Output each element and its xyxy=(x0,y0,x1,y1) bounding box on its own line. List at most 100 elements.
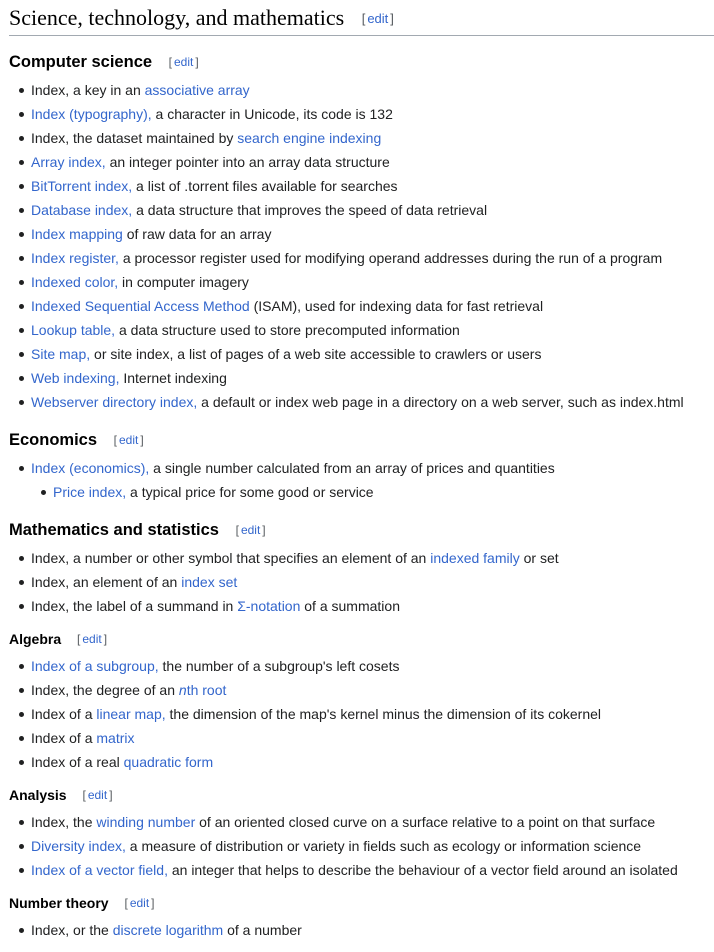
item-link[interactable]: Σ-notation xyxy=(237,598,300,614)
item-link[interactable]: Indexed color, xyxy=(31,274,118,290)
item-text: Index, a key in an xyxy=(31,82,145,98)
analysis-list: Index, the winding number of an oriented… xyxy=(9,810,714,882)
item-link[interactable]: nth root xyxy=(179,682,227,698)
list-item: Index (economics), a single number calcu… xyxy=(19,456,714,504)
item-text: of a summation xyxy=(300,598,400,614)
item-link[interactable]: Site map, xyxy=(31,346,90,362)
list-item: Indexed Sequential Access Method (ISAM),… xyxy=(19,294,714,318)
list-item: Index, an element of an index set xyxy=(19,570,714,594)
item-text: Index, or the xyxy=(31,922,113,938)
subsection-title: Computer science xyxy=(9,53,153,71)
edit-link[interactable]: edit xyxy=(172,55,195,69)
edit-link[interactable]: edit xyxy=(86,788,109,802)
edit-link[interactable]: edit xyxy=(117,433,140,447)
edit-section-link: [edit] xyxy=(361,11,394,26)
item-link[interactable]: Index of a subgroup, xyxy=(31,658,159,674)
item-link[interactable]: indexed family xyxy=(430,550,520,566)
list-item: Index, the dataset maintained by search … xyxy=(19,126,714,150)
item-link[interactable]: Array index, xyxy=(31,154,106,170)
item-link[interactable]: Lookup table, xyxy=(31,322,115,338)
item-link[interactable]: Webserver directory index, xyxy=(31,394,197,410)
subsection-title: Number theory xyxy=(9,895,109,911)
list-item: Index of a matrix xyxy=(19,726,714,750)
item-text: a data structure used to store precomput… xyxy=(115,322,460,338)
list-item: Index (typography), a character in Unico… xyxy=(19,102,714,126)
item-text: of raw data for an array xyxy=(122,226,272,242)
list-item: BitTorrent index, a list of .torrent fil… xyxy=(19,174,714,198)
item-text: a measure of distribution or variety in … xyxy=(125,838,642,854)
item-link[interactable]: Database index, xyxy=(31,202,132,218)
edit-link[interactable]: edit xyxy=(80,632,103,646)
item-text: Index, the xyxy=(31,814,97,830)
list-item: Index, the label of a summand in Σ-notat… xyxy=(19,594,714,618)
economics-list: Index (economics), a single number calcu… xyxy=(9,456,714,504)
item-text: the number of a subgroup's left cosets xyxy=(158,658,400,674)
item-link[interactable]: Index mapping xyxy=(31,226,123,242)
item-text: Index, the degree of an xyxy=(31,682,179,698)
subsection-title: Mathematics and statistics xyxy=(9,521,219,539)
edit-section-link: [edit] xyxy=(168,55,199,69)
edit-link[interactable]: edit xyxy=(239,523,262,537)
list-item: Index of a real quadratic form xyxy=(19,750,714,774)
list-item: Web indexing, Internet indexing xyxy=(19,366,714,390)
item-link[interactable]: Index (typography), xyxy=(31,106,152,122)
item-link[interactable]: Price index, xyxy=(53,484,126,500)
number-theory-list: Index, or the discrete logarithm of a nu… xyxy=(9,918,714,942)
item-text: of a number xyxy=(223,922,302,938)
subsection-title: Economics xyxy=(9,431,98,449)
section-heading: Science, technology, and mathematics [ed… xyxy=(9,0,714,36)
item-text: an integer pointer into an array data st… xyxy=(105,154,390,170)
algebra-list: Index of a subgroup, the number of a sub… xyxy=(9,654,714,774)
item-link[interactable]: Indexed Sequential Access Method xyxy=(31,298,250,314)
item-text: of an oriented closed curve on a surface… xyxy=(195,814,656,830)
list-item: Indexed color, in computer imagery xyxy=(19,270,714,294)
item-link[interactable]: Diversity index, xyxy=(31,838,126,854)
subsection-title: Analysis xyxy=(9,787,67,803)
math-stats-list: Index, a number or other symbol that spe… xyxy=(9,546,714,618)
item-text: an integer that helps to describe the be… xyxy=(167,862,678,878)
subsection-heading-math-stats: Mathematics and statistics [edit] xyxy=(9,518,714,542)
subsection-title: Algebra xyxy=(9,631,62,647)
item-link[interactable]: Index register, xyxy=(31,250,119,266)
item-link[interactable]: Index of a vector field, xyxy=(31,862,168,878)
item-text: Internet indexing xyxy=(119,370,227,386)
item-link[interactable]: associative array xyxy=(145,82,250,98)
item-link[interactable]: matrix xyxy=(96,730,134,746)
list-item: Site map, or site index, a list of pages… xyxy=(19,342,714,366)
item-text: or set xyxy=(519,550,559,566)
item-link[interactable]: winding number xyxy=(96,814,195,830)
edit-link[interactable]: edit xyxy=(365,11,390,26)
item-text: a typical price for some good or service xyxy=(126,484,374,500)
list-item: Price index, a typical price for some go… xyxy=(41,480,714,504)
item-text: a default or index web page in a directo… xyxy=(197,394,684,410)
item-text: Index of a real xyxy=(31,754,124,770)
subsection-heading-analysis: Analysis [edit] xyxy=(9,784,714,806)
list-item: Index of a vector field, an integer that… xyxy=(19,858,714,882)
item-text: Index, a number or other symbol that spe… xyxy=(31,550,431,566)
item-text: the dimension of the map's kernel minus … xyxy=(165,706,601,722)
computer-science-list: Index, a key in an associative array Inde… xyxy=(9,78,714,414)
edit-section-link: [edit] xyxy=(113,433,144,447)
edit-link[interactable]: edit xyxy=(128,896,151,910)
item-link[interactable]: discrete logarithm xyxy=(113,922,224,938)
list-item: Index, a key in an associative array xyxy=(19,78,714,102)
list-item: Index, the winding number of an oriented… xyxy=(19,810,714,834)
item-link[interactable]: linear map, xyxy=(96,706,165,722)
list-item: Index register, a processor register use… xyxy=(19,246,714,270)
list-item: Lookup table, a data structure used to s… xyxy=(19,318,714,342)
item-link[interactable]: quadratic form xyxy=(124,754,213,770)
subsection-heading-computer-science: Computer science [edit] xyxy=(9,50,714,74)
article-content: Science, technology, and mathematics [ed… xyxy=(0,0,714,942)
item-text: Index, an element of an xyxy=(31,574,182,590)
item-text: Index of a xyxy=(31,706,97,722)
edit-section-link: [edit] xyxy=(82,788,113,802)
item-text: a single number calculated from an array… xyxy=(149,460,555,476)
item-link[interactable]: search engine indexing xyxy=(237,130,381,146)
list-item: Index, the degree of an nth root xyxy=(19,678,714,702)
item-text: a character in Unicode, its code is 132 xyxy=(151,106,393,122)
item-link[interactable]: index set xyxy=(181,574,237,590)
item-text: a processor register used for modifying … xyxy=(118,250,663,266)
item-link[interactable]: Index (economics), xyxy=(31,460,149,476)
item-link[interactable]: Web indexing, xyxy=(31,370,119,386)
item-link[interactable]: BitTorrent index, xyxy=(31,178,132,194)
